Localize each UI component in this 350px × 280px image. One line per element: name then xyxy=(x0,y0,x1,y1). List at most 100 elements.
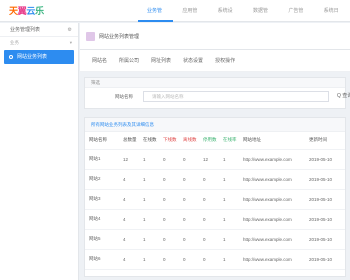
top-bar: 天翼云乐 业务管理应用管理系统设置数据管理广告管理系统日志 xyxy=(0,0,350,36)
site-url-link[interactable]: http://www.example.com xyxy=(239,209,305,230)
table-cell: 2019-05-10 xyxy=(305,149,345,170)
table-cell: 4 xyxy=(119,249,139,270)
list-header: 所有网站业务列表及其详细信息 xyxy=(85,118,345,132)
site-url-link[interactable]: http://www.example.com xyxy=(239,269,305,276)
logo-letter: 天 xyxy=(9,7,18,17)
sidebar-item-label: 网站业务列表 xyxy=(17,54,48,60)
top-nav-tab[interactable]: 系统日志 xyxy=(315,0,350,36)
column-header[interactable]: 网站地址 xyxy=(239,132,305,150)
tab-status[interactable]: 状态设置 xyxy=(177,50,209,72)
top-nav-tab[interactable]: 业务管理 xyxy=(138,0,174,36)
table-cell: 0 xyxy=(199,229,219,250)
table-cell: 网站5 xyxy=(85,229,119,250)
sub-tabs: 网站名 所属公司 网址列表 状态设置 授权操作 xyxy=(80,50,350,72)
page-title: 网站业务列表管理 xyxy=(99,34,140,40)
gear-icon[interactable]: ⚙ xyxy=(68,23,72,37)
column-header[interactable]: 离线数 xyxy=(179,132,199,150)
table-cell: 网站1 xyxy=(85,149,119,170)
column-header[interactable]: 更新时间 xyxy=(305,132,345,150)
filter-header: 筛选 xyxy=(85,78,345,88)
app-logo[interactable]: 天翼云乐 xyxy=(9,4,44,17)
column-header[interactable]: 停用数 xyxy=(199,132,219,150)
top-nav-tab[interactable]: 数据管理 xyxy=(244,0,279,36)
table-cell: 1 xyxy=(219,249,239,270)
tab-name[interactable]: 网站名 xyxy=(86,50,113,72)
table-cell: 0 xyxy=(159,229,179,250)
sidebar: 业务管理列表 ⚙ 业务 ▾ 网站业务列表 xyxy=(0,23,79,280)
circle-icon xyxy=(9,55,13,59)
table-cell: 1 xyxy=(219,169,239,190)
table-cell: 4 xyxy=(119,189,139,210)
table-body: 网站1 12 1 0 0 12 1 http://www.example.com 2019-05… xyxy=(85,149,345,276)
table-cell: 网站7 xyxy=(85,269,119,276)
table-cell: 1 xyxy=(219,269,239,276)
table-cell: 0 xyxy=(199,189,219,210)
page-icon xyxy=(86,32,95,41)
sidebar-item-website-list[interactable]: 网站业务列表 xyxy=(4,50,74,64)
table-cell: 1 xyxy=(139,269,159,276)
table-cell: 0 xyxy=(179,229,199,250)
main-content: 网站业务列表管理 网站名 所属公司 网址列表 状态设置 授权操作 筛选 网站名称… xyxy=(80,23,350,280)
table-cell: 2019-05-10 xyxy=(305,269,345,276)
table-row[interactable]: 网站3 4 1 0 0 0 1 http://www.example.com 2019-05-1… xyxy=(85,189,345,210)
tab-auth[interactable]: 授权操作 xyxy=(209,50,241,72)
table-cell: 2019-05-10 xyxy=(305,229,345,250)
table-cell: 1 xyxy=(139,229,159,250)
site-url-link[interactable]: http://www.example.com xyxy=(239,189,305,210)
table-row[interactable]: 网站5 4 1 0 0 0 1 http://www.example.com 2019-05-1… xyxy=(85,229,345,250)
site-url-link[interactable]: http://www.example.com xyxy=(239,169,305,190)
table-cell: 0 xyxy=(159,169,179,190)
search-button[interactable]: Q 查询 xyxy=(337,91,350,102)
sidebar-header: 业务管理列表 ⚙ xyxy=(0,23,78,37)
tab-company[interactable]: 所属公司 xyxy=(113,50,145,72)
table-cell: 0 xyxy=(159,249,179,270)
table-row[interactable]: 网站1 12 1 0 0 12 1 http://www.example.com 2019-05… xyxy=(85,149,345,170)
table-cell: 0 xyxy=(179,249,199,270)
site-url-link[interactable]: http://www.example.com xyxy=(239,249,305,270)
column-header[interactable]: 总数量 xyxy=(119,132,139,150)
table-row[interactable]: 网站2 4 1 0 0 0 1 http://www.example.com 2019-05-1… xyxy=(85,169,345,190)
table-cell: 1 xyxy=(219,229,239,250)
table-cell: 0 xyxy=(199,209,219,230)
table-row[interactable]: 网站4 4 1 0 0 0 1 http://www.example.com 2019-05-1… xyxy=(85,209,345,230)
sidebar-group-label: 业务 xyxy=(10,40,19,45)
column-header[interactable]: 在线数 xyxy=(139,132,159,150)
table-header-row: 网站名称 总数量 在线数 下线数 离线数 停用数 在线率 网站地址 更新时间 xyxy=(85,132,345,150)
table-cell: 0 xyxy=(159,269,179,276)
table-row[interactable]: 网站7410001http://www.example.com2019-05-1… xyxy=(85,269,345,276)
table-cell: 网站4 xyxy=(85,209,119,230)
table-cell: 2019-05-10 xyxy=(305,189,345,210)
list-panel: 所有网站业务列表及其详细信息 网站名称 总数量 在线数 下线数 离线数 停用数 在线率 网站地… xyxy=(84,117,346,277)
tab-urls[interactable]: 网址列表 xyxy=(145,50,177,72)
table-cell: 0 xyxy=(199,249,219,270)
top-nav: 业务管理应用管理系统设置数据管理广告管理系统日志 xyxy=(138,0,350,36)
sidebar-group[interactable]: 业务 ▾ xyxy=(0,37,78,49)
table-cell: 1 xyxy=(139,189,159,210)
table-cell: 1 xyxy=(139,209,159,230)
table-cell: 网站3 xyxy=(85,189,119,210)
site-name-input[interactable]: 请输入网站名称 xyxy=(143,91,329,102)
table-cell: 0 xyxy=(159,189,179,210)
site-url-link[interactable]: http://www.example.com xyxy=(239,149,305,170)
top-nav-tab[interactable]: 广告管理 xyxy=(279,0,314,36)
table-cell: 1 xyxy=(139,169,159,190)
table-cell: 1 xyxy=(219,189,239,210)
table-cell: 0 xyxy=(199,169,219,190)
table-cell: 4 xyxy=(119,229,139,250)
table-row[interactable]: 网站6 4 1 0 0 0 1 http://www.example.com 2019-05-1… xyxy=(85,249,345,270)
table-cell: 2019-05-10 xyxy=(305,169,345,190)
site-url-link[interactable]: http://www.example.com xyxy=(239,229,305,250)
column-header[interactable]: 在线率 xyxy=(219,132,239,150)
table-cell: 0 xyxy=(199,269,219,276)
column-header[interactable]: 网站名称 xyxy=(85,132,119,150)
table-cell: 1 xyxy=(219,209,239,230)
table-cell: 12 xyxy=(199,149,219,170)
column-header[interactable]: 下线数 xyxy=(159,132,179,150)
top-nav-tab[interactable]: 系统设置 xyxy=(209,0,244,36)
table-cell: 2019-05-10 xyxy=(305,249,345,270)
top-nav-tab[interactable]: 应用管理 xyxy=(173,0,208,36)
table-cell: 1 xyxy=(139,149,159,170)
page-header: 网站业务列表管理 xyxy=(80,23,350,50)
table-cell: 4 xyxy=(119,269,139,276)
table-cell: 0 xyxy=(179,269,199,276)
